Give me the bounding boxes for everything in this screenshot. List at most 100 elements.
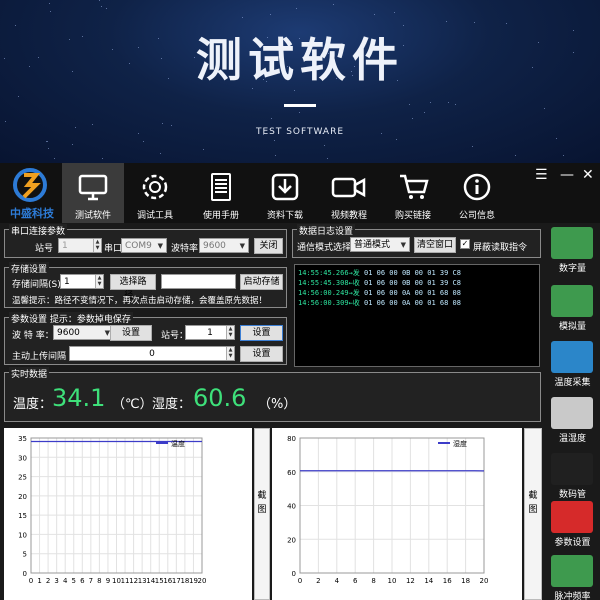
params-baud-select[interactable]: 9600 ▼ [53, 325, 114, 340]
params-station-input[interactable]: 1 ▲ ▼ [185, 325, 235, 340]
legend-label: 温度 [171, 439, 185, 448]
minimize-icon[interactable]: — [560, 167, 574, 183]
star-decoration [556, 137, 558, 139]
choose-path-button[interactable]: 选择路径... [110, 274, 156, 301]
storage-interval-input[interactable]: 1 ▲ ▼ [60, 274, 104, 289]
analog-module-icon [551, 285, 593, 317]
upload-interval-set-button[interactable]: 设置 [240, 346, 283, 362]
screenshot-button-1[interactable]: 截图 [254, 428, 270, 600]
params-station-set-button[interactable]: 设置 [240, 325, 283, 341]
star-decoration [332, 3, 334, 5]
star-decoration [170, 125, 172, 126]
shield-checkbox[interactable]: ✓ [460, 239, 470, 249]
star-decoration [49, 10, 51, 12]
sidebar-module-5[interactable]: 参数设置 [545, 499, 600, 557]
x-tick-label: 5 [72, 577, 76, 585]
shot-label: 截 [528, 491, 538, 501]
comm-mode-select[interactable]: 普通模式 ▼ [350, 237, 410, 252]
humidity-unit: （%） [258, 397, 297, 412]
sidebar-module-label: 参数设置 [554, 538, 591, 548]
star-decoration [430, 102, 432, 104]
humidity-sensor-icon [551, 397, 593, 429]
upload-interval-input[interactable]: 0 ▲ ▼ [69, 346, 235, 361]
toolbar-debug-tools[interactable]: 调试工具 [124, 163, 186, 223]
spinner-icon[interactable]: ▲ ▼ [93, 239, 101, 252]
star-decoration [296, 8, 298, 10]
path-input[interactable] [161, 274, 236, 289]
humidity-value: 60.6 [193, 384, 247, 412]
sidebar-module-1[interactable]: 模拟量 [545, 283, 600, 341]
toolbar-user-manual[interactable]: 使用手册 [190, 163, 252, 223]
menu-icon[interactable]: ☰ [535, 167, 548, 183]
toolbar-purchase-link[interactable]: 购买链接 [382, 163, 444, 223]
y-tick-label: 60 [287, 469, 296, 477]
sidebar-module-0[interactable]: 数字量 [545, 225, 600, 283]
x-tick-label: 9 [106, 577, 110, 585]
star-decoration [53, 158, 55, 160]
close-icon[interactable]: ✕ [582, 167, 594, 183]
star-decoration [98, 0, 100, 2]
x-tick-label: 20 [480, 577, 489, 585]
star-decoration [160, 153, 162, 155]
spinner-icon[interactable]: ▲ ▼ [226, 326, 234, 339]
x-tick-label: 4 [335, 577, 340, 585]
log-time: 14:55:45.266→发 [298, 269, 360, 277]
sidebar-module-6[interactable]: 脉冲频率 [545, 553, 600, 600]
chevron-down-icon: ▼ [400, 241, 406, 249]
toolbar-downloads[interactable]: 资料下载 [254, 163, 316, 223]
baud-value: 9600 [203, 241, 226, 251]
star-decoration [17, 96, 19, 98]
toolbar-label: 使用手册 [202, 211, 239, 221]
star-decoration [323, 144, 325, 146]
spinner-icon[interactable]: ▲ ▼ [95, 275, 103, 288]
spinner-icon[interactable]: ▲ ▼ [226, 347, 234, 360]
logo-text: 中盛科技 [10, 207, 54, 220]
close-port-button[interactable]: 关闭 [254, 238, 283, 254]
shield-label: 屏蔽读取指令 [473, 243, 528, 253]
sidebar-module-3[interactable]: 温湿度 [545, 395, 600, 453]
serial-group-title: 串口连接参数 [9, 224, 68, 237]
x-tick-label: 6 [80, 577, 85, 585]
hero-divider [284, 104, 316, 107]
screenshot-button-2[interactable]: 截图 [524, 428, 542, 600]
star-decoration [515, 154, 517, 156]
clear-window-button[interactable]: 清空窗口 [414, 237, 456, 253]
log-window[interactable]: 14:55:45.266→发 01 06 00 0B 00 01 39 C8 1… [294, 264, 540, 367]
params-group-title: 参数设置 提示：参数掉电保存 [9, 312, 133, 325]
log-time: 14:56:00.249→发 [298, 289, 360, 297]
params-baud-value: 9600 [57, 328, 80, 338]
temperature-value: 34.1 [52, 384, 106, 412]
star-decoration [474, 21, 476, 23]
star-decoration [327, 158, 329, 160]
star-decoration [270, 118, 272, 120]
toolbar-label: 购买链接 [394, 211, 431, 221]
reset-button-icon [551, 501, 593, 533]
shopping-cart-icon [400, 174, 429, 199]
humidity-chart: 0 2 4 6 8 10 12 14 16 18 20 0 20 40 60 80 湿度 [287, 435, 489, 585]
toolbar-label: 资料下载 [266, 211, 303, 221]
x-tick-label: 4 [63, 577, 68, 585]
port-select[interactable]: COM9 ▼ [121, 238, 167, 253]
toolbar-video-tutorial[interactable]: 视频教程 [318, 163, 380, 223]
sidebar-module-label: 数字量 [558, 264, 586, 274]
params-baud-set-button[interactable]: 设置 [110, 325, 152, 341]
shot-label: 截 [257, 491, 267, 501]
log-data: 01 06 00 0A 00 01 68 08 [364, 299, 461, 307]
toolbar-test-software[interactable]: 测试软件 [62, 163, 124, 223]
start-storage-button[interactable]: 启动存储 [240, 274, 283, 290]
x-tick-label: 0 [298, 577, 302, 585]
star-decoration [5, 121, 7, 122]
log-line: 14:56:00.309←收 01 06 00 0A 00 01 68 08 [298, 298, 536, 308]
sidebar-module-label: 温度采集 [554, 378, 591, 388]
x-tick-label: 2 [316, 577, 320, 585]
sidebar-module-label: 温湿度 [558, 434, 586, 444]
baud-select[interactable]: 9600 ▼ [199, 238, 249, 253]
toolbar-company-info[interactable]: 公司信息 [446, 163, 508, 223]
sidebar-module-2[interactable]: 温度采集 [545, 339, 600, 397]
y-tick-label: 0 [292, 570, 296, 578]
x-tick-label: 6 [353, 577, 358, 585]
x-tick-label: 20 [198, 577, 207, 585]
station-input[interactable]: 1 ▲ ▼ [58, 238, 102, 253]
star-decoration [472, 146, 474, 148]
log-data: 01 06 00 0B 00 01 39 C8 [364, 279, 461, 287]
